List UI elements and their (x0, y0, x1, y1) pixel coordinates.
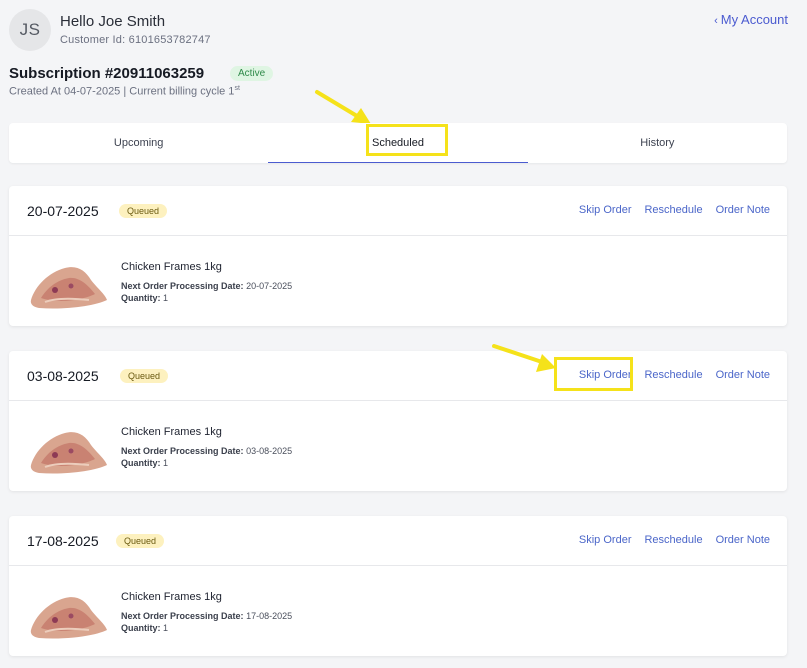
order-card: 20-07-2025 Queued Skip Order Reschedule … (9, 186, 787, 326)
quantity-line: Quantity: 1 (121, 623, 168, 633)
quantity-value: 1 (163, 458, 169, 468)
skip-order-highlight (554, 357, 633, 391)
annotation-arrow-icon (492, 344, 556, 372)
chevron-left-icon: ‹ (714, 15, 718, 27)
skip-order-button[interactable]: Skip Order (579, 534, 632, 546)
subscription-meta: Created At 04-07-2025 | Current billing … (9, 85, 240, 98)
quantity-value: 1 (163, 623, 169, 633)
my-account-link[interactable]: ‹ My Account (714, 12, 788, 27)
product-name: Chicken Frames 1kg (121, 426, 222, 438)
billing-cycle-suffix: st (234, 85, 240, 92)
order-note-button[interactable]: Order Note (716, 369, 770, 381)
quantity-label: Quantity: (121, 293, 161, 303)
tab-upcoming[interactable]: Upcoming (9, 123, 268, 163)
processing-date-value: 03-08-2025 (246, 446, 293, 456)
queued-badge: Queued (116, 534, 165, 548)
scheduled-highlight (366, 124, 448, 156)
product-image (25, 580, 109, 642)
quantity-label: Quantity: (121, 623, 161, 633)
order-card-header: 03-08-2025 Queued Skip Order Reschedule … (9, 351, 787, 401)
avatar: JS (9, 9, 51, 51)
order-card-header: 20-07-2025 Queued Skip Order Reschedule … (9, 186, 787, 236)
order-date: 20-07-2025 (27, 203, 99, 219)
my-account-label: My Account (720, 12, 788, 27)
order-date: 03-08-2025 (27, 368, 99, 384)
subscription-created-text: Created At 04-07-2025 | Current billing … (9, 85, 235, 98)
processing-date-line: Next Order Processing Date: 03-08-2025 (121, 446, 292, 456)
customer-id: Customer Id: 6101653782747 (60, 34, 211, 46)
order-card: 17-08-2025 Queued Skip Order Reschedule … (9, 516, 787, 656)
order-note-button[interactable]: Order Note (716, 204, 770, 216)
status-badge: Active (230, 66, 274, 81)
product-name: Chicken Frames 1kg (121, 261, 222, 273)
processing-date-value: 17-08-2025 (246, 611, 293, 621)
product-image (25, 250, 109, 312)
processing-date-label: Next Order Processing Date: (121, 446, 244, 456)
processing-date-label: Next Order Processing Date: (121, 611, 244, 621)
order-actions: Skip Order Reschedule Order Note (579, 534, 770, 546)
order-card-body: Chicken Frames 1kg Next Order Processing… (9, 401, 787, 491)
quantity-line: Quantity: 1 (121, 293, 168, 303)
greeting: Hello Joe Smith (60, 13, 166, 30)
product-image (25, 415, 109, 477)
subscription-title: Subscription #20911063259 (9, 65, 205, 82)
order-note-button[interactable]: Order Note (716, 534, 770, 546)
processing-date-value: 20-07-2025 (246, 281, 293, 291)
reschedule-button[interactable]: Reschedule (644, 204, 702, 216)
quantity-label: Quantity: (121, 458, 161, 468)
queued-badge: Queued (120, 369, 169, 383)
order-card-body: Chicken Frames 1kg Next Order Processing… (9, 566, 787, 656)
order-card: 03-08-2025 Queued Skip Order Reschedule … (9, 351, 787, 491)
processing-date-label: Next Order Processing Date: (121, 281, 244, 291)
skip-order-button[interactable]: Skip Order (579, 204, 632, 216)
order-date: 17-08-2025 (27, 533, 99, 549)
reschedule-button[interactable]: Reschedule (644, 534, 702, 546)
tab-history[interactable]: History (528, 123, 787, 163)
product-name: Chicken Frames 1kg (121, 591, 222, 603)
processing-date-line: Next Order Processing Date: 17-08-2025 (121, 611, 292, 621)
queued-badge: Queued (119, 204, 168, 218)
order-actions: Skip Order Reschedule Order Note (579, 204, 770, 216)
quantity-line: Quantity: 1 (121, 458, 168, 468)
reschedule-button[interactable]: Reschedule (644, 369, 702, 381)
annotation-arrow-icon (315, 90, 371, 124)
processing-date-line: Next Order Processing Date: 20-07-2025 (121, 281, 292, 291)
order-card-header: 17-08-2025 Queued Skip Order Reschedule … (9, 516, 787, 566)
quantity-value: 1 (163, 293, 169, 303)
order-card-body: Chicken Frames 1kg Next Order Processing… (9, 236, 787, 326)
